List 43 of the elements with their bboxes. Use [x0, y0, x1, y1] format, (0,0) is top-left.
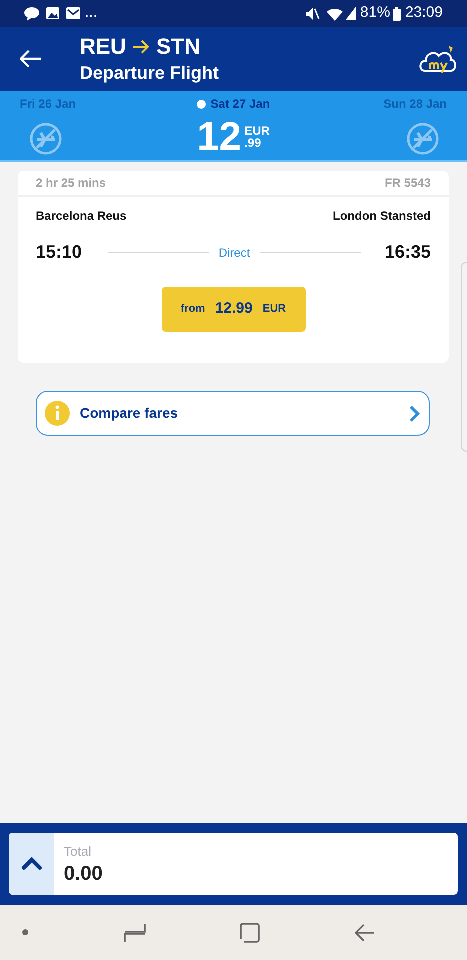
chat-icon: [24, 6, 40, 20]
info-icon: [45, 401, 70, 426]
flight-duration: 2 hr 25 mins: [36, 175, 106, 192]
back-arrow-icon[interactable]: [20, 50, 42, 68]
date-tab[interactable]: Sat 27 Jan: [196, 95, 270, 113]
back-icon[interactable]: [354, 924, 375, 942]
stops-label: Direct: [218, 244, 250, 262]
compare-fares-button[interactable]: Compare fares: [36, 391, 430, 436]
chevron-right-icon: [409, 404, 421, 422]
recent-apps-icon[interactable]: [124, 922, 146, 942]
origin-airport: Barcelona Reus: [36, 208, 127, 225]
mail-icon: [66, 7, 81, 20]
destination-code: STN: [156, 33, 200, 61]
arrival-time: 16:35: [384, 241, 431, 264]
price-whole: 12: [197, 115, 242, 159]
battery-percentage: 81%: [360, 3, 390, 24]
price-cents: .99: [244, 137, 262, 149]
total-amount: 0.00: [64, 862, 103, 886]
chevron-up-icon: [20, 857, 42, 871]
dot-icon[interactable]: [22, 929, 29, 936]
page-subtitle: Departure Flight: [80, 62, 220, 85]
fare-button[interactable]: from 12.99 EUR: [162, 287, 306, 332]
signal-icon: [346, 7, 356, 20]
origin-code: REU: [80, 33, 126, 61]
cloud-logo-icon[interactable]: [419, 44, 457, 74]
notification-overflow: ...: [85, 3, 98, 24]
image-icon: [46, 7, 60, 20]
no-flight-icon: [30, 123, 62, 155]
date-tab[interactable]: Sun 28 Jan: [384, 95, 447, 113]
flight-number: FR 5543: [384, 175, 431, 192]
home-icon[interactable]: [240, 922, 260, 942]
date-tab[interactable]: Fri 26 Jan: [20, 95, 76, 113]
battery-icon: [393, 6, 402, 20]
mute-icon: [305, 6, 320, 20]
total-label: Total: [64, 843, 92, 862]
expand-button[interactable]: [9, 833, 54, 895]
clock: 23:09: [405, 3, 443, 24]
currency-label: EUR: [244, 125, 270, 137]
departure-time: 15:10: [36, 241, 82, 264]
wifi-icon: [326, 6, 344, 20]
no-flight-icon: [407, 123, 439, 155]
destination-airport: London Stansted: [333, 208, 431, 225]
route-arrow-icon: [132, 40, 150, 54]
